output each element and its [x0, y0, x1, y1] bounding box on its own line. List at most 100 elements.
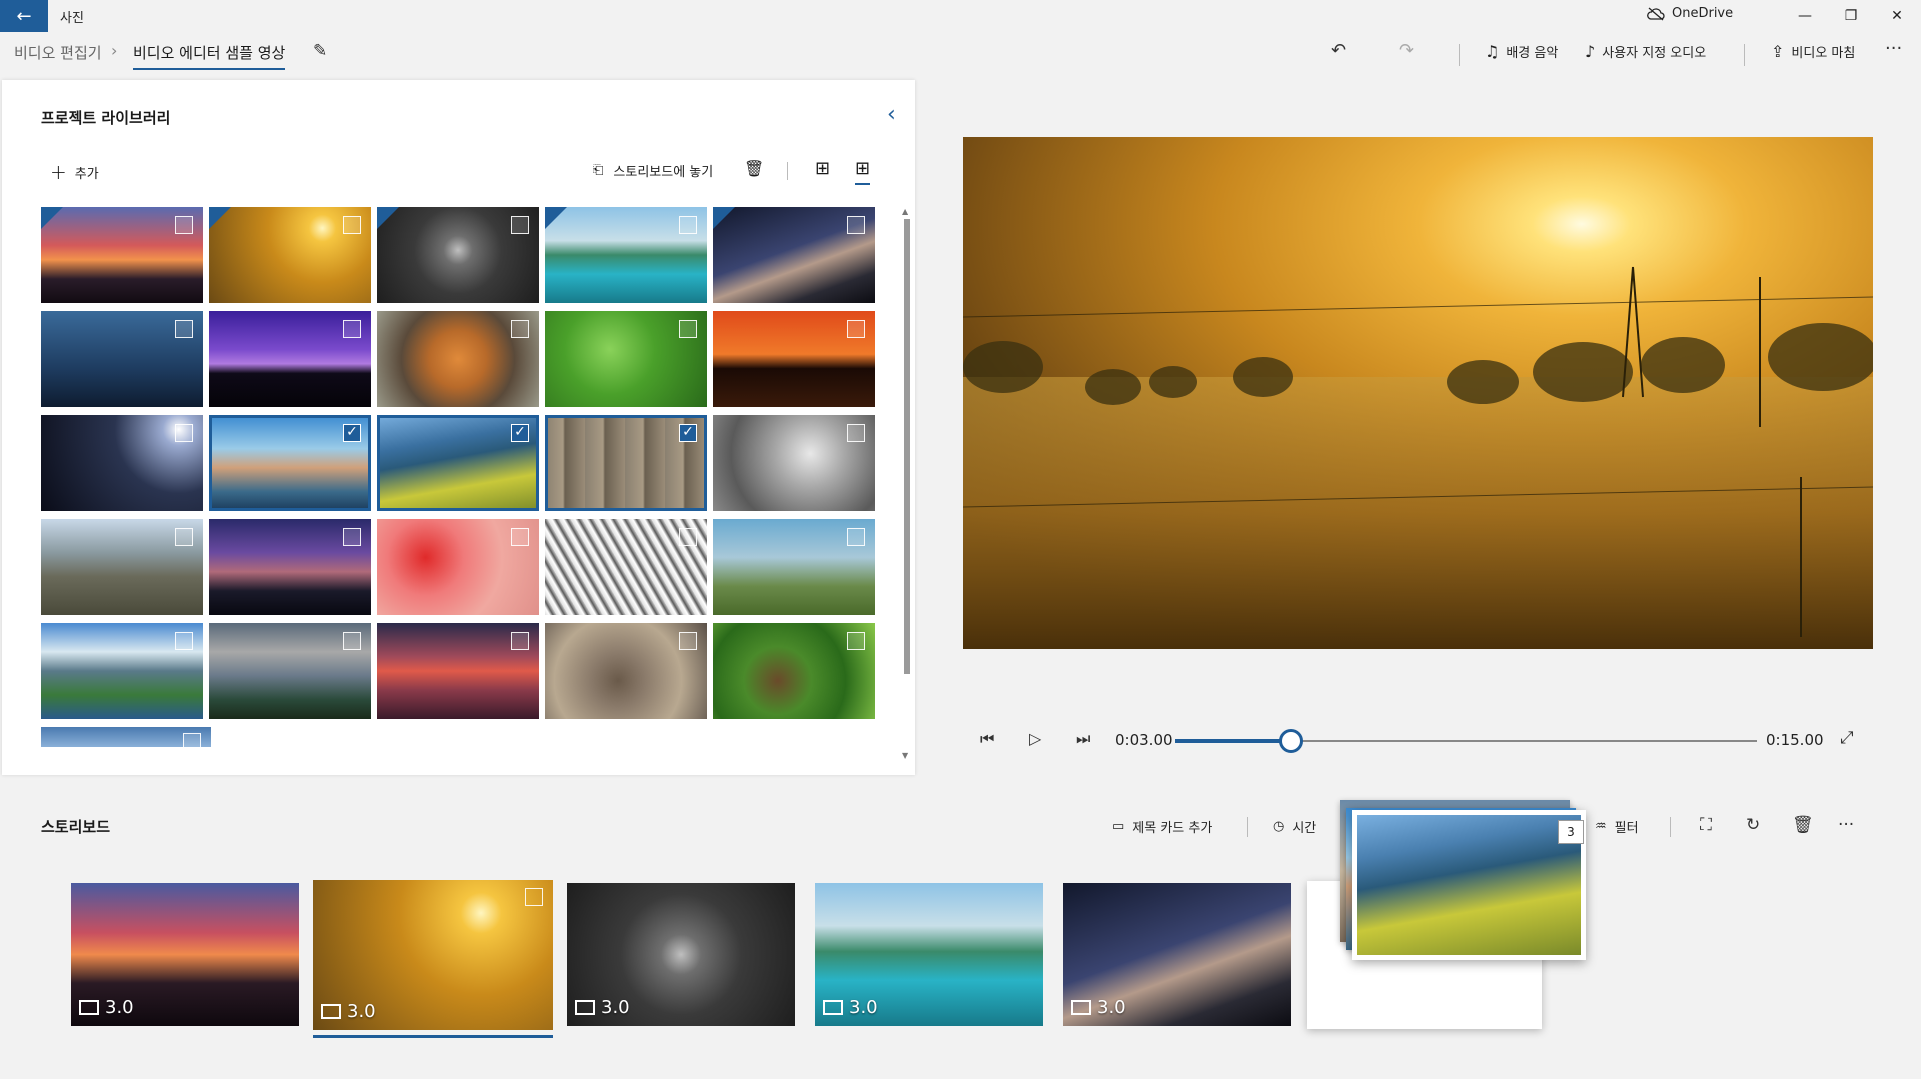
media-thumbnail[interactable] — [377, 207, 539, 303]
select-checkbox[interactable] — [175, 528, 193, 546]
media-thumbnail[interactable] — [713, 207, 875, 303]
dragged-image — [1357, 815, 1581, 955]
media-thumbnail[interactable] — [713, 415, 875, 511]
custom-audio-button[interactable]: ♪ 사용자 지정 오디오 — [1585, 42, 1706, 61]
undo-icon[interactable]: ↶ — [1331, 40, 1346, 61]
small-grid-view-icon[interactable]: ⊞ — [855, 158, 871, 185]
select-checkbox[interactable] — [175, 424, 193, 442]
media-thumbnail[interactable] — [713, 311, 875, 407]
previous-frame-icon[interactable]: ⏮ — [980, 729, 994, 749]
select-checkbox[interactable] — [847, 632, 865, 650]
media-thumbnail[interactable] — [377, 623, 539, 719]
back-button[interactable]: ← — [0, 0, 48, 32]
media-thumbnail[interactable] — [41, 415, 203, 511]
media-thumbnail[interactable]: ✓ — [545, 415, 707, 511]
select-checkbox[interactable] — [343, 528, 361, 546]
breadcrumb-root[interactable]: 비디오 편집기 — [14, 42, 102, 63]
filters-button[interactable]: ♒ 필터 — [1595, 817, 1639, 836]
project-title: 비디오 에디터 샘플 영상 — [133, 42, 286, 70]
crop-icon[interactable]: ⛶ — [1700, 815, 1712, 835]
onedrive-status[interactable]: OneDrive — [1647, 6, 1733, 21]
pencil-icon[interactable]: ✎ — [313, 41, 327, 61]
restore-button[interactable]: ❐ — [1828, 0, 1874, 32]
select-checkbox[interactable] — [343, 320, 361, 338]
place-in-storyboard-button[interactable]: ⎗ 스토리보드에 놓기 — [593, 161, 713, 180]
select-checkbox[interactable] — [847, 216, 865, 234]
more-icon[interactable]: ··· — [1838, 815, 1854, 835]
seek-thumb[interactable] — [1279, 729, 1304, 753]
collapse-chevron-icon[interactable]: ‹ — [887, 102, 896, 127]
select-checkbox[interactable] — [175, 632, 193, 650]
select-checkbox[interactable] — [175, 320, 193, 338]
media-thumbnail[interactable] — [209, 207, 371, 303]
media-thumbnail[interactable] — [209, 623, 371, 719]
finish-video-button[interactable]: ⇪ 비디오 마침 — [1771, 42, 1855, 61]
large-grid-view-icon[interactable]: ⊞ — [815, 158, 830, 179]
add-title-card-button[interactable]: ▭ 제목 카드 추가 — [1112, 817, 1212, 836]
select-checkbox[interactable] — [679, 216, 697, 234]
select-checkbox[interactable] — [511, 216, 529, 234]
media-thumbnail[interactable]: ✓ — [209, 415, 371, 511]
trash-icon[interactable]: 🗑 — [1792, 815, 1814, 835]
media-thumbnail[interactable] — [209, 311, 371, 407]
fullscreen-icon[interactable]: ⤢ — [1840, 728, 1854, 748]
storyboard-card[interactable]: 3.0 — [1063, 883, 1291, 1026]
more-icon[interactable]: ··· — [1885, 38, 1902, 59]
media-thumbnail[interactable]: ✓ — [377, 415, 539, 511]
media-thumbnail[interactable] — [545, 207, 707, 303]
select-checkbox[interactable] — [679, 632, 697, 650]
app-title: 사진 — [60, 11, 84, 26]
scroll-thumb[interactable] — [904, 219, 910, 674]
storyboard-card[interactable]: 3.0 — [567, 883, 795, 1026]
media-thumbnail[interactable] — [545, 623, 707, 719]
redo-icon[interactable]: ↷ — [1399, 40, 1414, 61]
add-button[interactable]: + 추가 — [50, 160, 99, 184]
select-checkbox[interactable] — [343, 632, 361, 650]
storyboard-card[interactable]: 3.0 — [815, 883, 1043, 1026]
select-checkbox[interactable] — [847, 320, 865, 338]
add-label: 추가 — [74, 166, 99, 182]
background-music-button[interactable]: ♫ 배경 음악 — [1485, 42, 1558, 61]
select-checkbox[interactable]: ✓ — [679, 424, 697, 442]
media-thumbnail[interactable] — [713, 519, 875, 615]
close-icon: ✕ — [1891, 8, 1903, 24]
select-checkbox[interactable]: ✓ — [343, 424, 361, 442]
next-frame-icon[interactable]: ⏭ — [1076, 729, 1090, 749]
select-checkbox[interactable] — [511, 528, 529, 546]
media-thumbnail[interactable] — [41, 623, 203, 719]
select-checkbox[interactable] — [679, 320, 697, 338]
media-thumbnail[interactable] — [41, 207, 203, 303]
media-thumbnail[interactable] — [377, 311, 539, 407]
media-thumbnail[interactable] — [545, 519, 707, 615]
scroll-down-arrow-icon[interactable]: ▼ — [902, 751, 908, 760]
select-checkbox[interactable] — [847, 528, 865, 546]
select-checkbox[interactable] — [679, 528, 697, 546]
divider — [1670, 817, 1671, 837]
media-thumbnail[interactable] — [545, 311, 707, 407]
select-checkbox[interactable] — [511, 632, 529, 650]
storyboard-card[interactable]: 3.0 — [71, 883, 299, 1026]
media-thumbnail[interactable] — [377, 519, 539, 615]
duration-button[interactable]: ◷ 시간 — [1273, 817, 1316, 836]
select-checkbox[interactable] — [175, 216, 193, 234]
select-checkbox[interactable] — [525, 888, 543, 906]
select-checkbox[interactable] — [343, 216, 361, 234]
media-thumbnail[interactable] — [41, 727, 211, 747]
media-thumbnail[interactable] — [713, 623, 875, 719]
trash-icon[interactable]: 🗑 — [744, 159, 764, 178]
media-thumbnail[interactable] — [209, 519, 371, 615]
scroll-up-arrow-icon[interactable]: ▲ — [902, 207, 908, 216]
media-thumbnail[interactable] — [41, 311, 203, 407]
select-checkbox[interactable]: ✓ — [511, 424, 529, 442]
play-icon[interactable]: ▷ — [1029, 729, 1041, 748]
select-checkbox[interactable] — [183, 733, 201, 747]
close-button[interactable]: ✕ — [1874, 0, 1920, 32]
minimize-button[interactable]: — — [1782, 0, 1828, 32]
library-scrollbar[interactable]: ▲ ▼ — [902, 207, 912, 762]
select-checkbox[interactable] — [511, 320, 529, 338]
storyboard-card[interactable]: 3.0 — [313, 880, 553, 1030]
rotate-icon[interactable]: ↻ — [1746, 815, 1760, 835]
select-checkbox[interactable] — [847, 424, 865, 442]
minimize-icon: — — [1798, 8, 1812, 24]
media-thumbnail[interactable] — [41, 519, 203, 615]
